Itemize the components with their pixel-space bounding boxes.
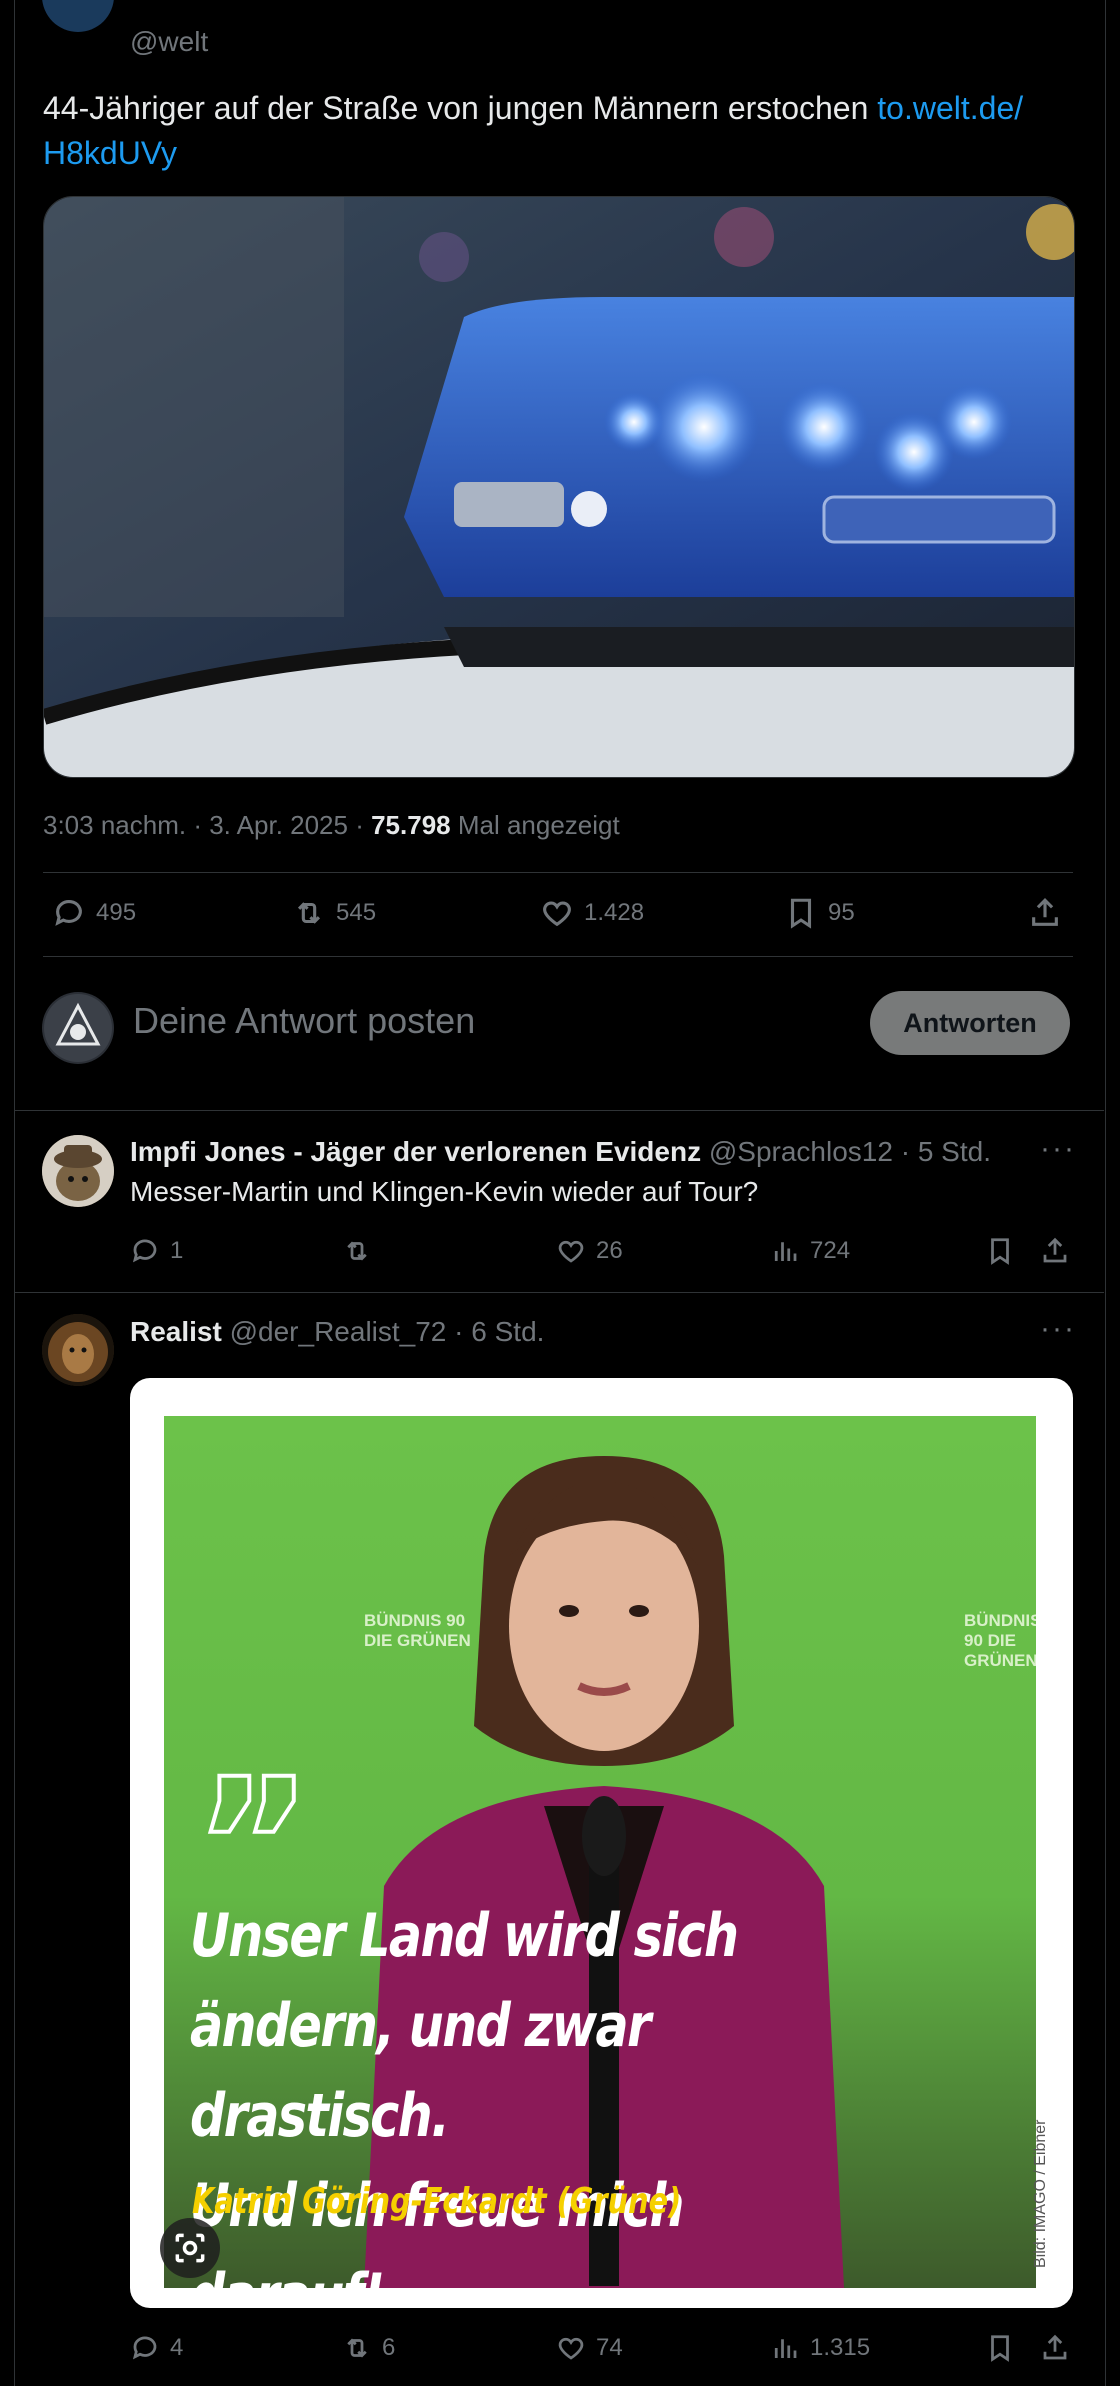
bookmark-count: 95 [828,899,855,926]
divider [14,1292,1104,1293]
reply-author-handle[interactable]: @der_Realist_72 · 6 Std. [222,1316,545,1347]
tweet-text-body: 44-Jähriger auf der Straße von jungen Mä… [43,90,878,126]
bookmark-icon [790,898,812,929]
like-button[interactable]: 1.428 [540,896,644,930]
more-options-icon[interactable]: ··· [1040,1312,1076,1346]
reply-header: Realist @der_Realist_72 · 6 Std. [130,1316,544,1348]
reply-author-name[interactable]: Realist [130,1316,222,1347]
reply-text: Messer-Martin und Klingen-Kevin wieder a… [130,1176,759,1207]
reply-icon [55,900,82,926]
bookmark-button[interactable]: 95 [784,896,855,930]
author-handle[interactable]: @welt [130,26,208,58]
quote-line-2: ändern, und zwar drastisch. [190,1991,651,2151]
repost-button[interactable]: 545 [292,896,376,930]
views-button[interactable]: 724 [770,1236,850,1266]
lion-avatar-image [42,1314,114,1386]
analytics-icon [774,1242,797,1261]
heart-icon [558,2337,584,2360]
repost-icon [347,2338,367,2358]
bookmark-icon [991,1238,1009,1265]
reply-header: Impfi Jones - Jäger der verlorenen Evide… [130,1136,991,1168]
reply-count: 4 [170,2334,184,2361]
quote-text: Unser Land wird sich ändern, und zwar dr… [190,1891,871,2288]
repost-count: 545 [336,899,377,926]
reply-icon [132,1239,157,1263]
like-count: 1.428 [584,899,645,926]
reply-icon [132,2336,157,2360]
reply-author-name[interactable]: Impfi Jones - Jäger der verlorenen Evide… [130,1136,701,1167]
view-count: 724 [810,1237,851,1264]
tweet-link[interactable]: to.welt.de/ [877,90,1023,126]
views-button[interactable]: 1.315 [770,2333,870,2363]
bookmark-button[interactable] [985,2333,1015,2363]
police-light-image [44,197,1074,777]
divider [14,1110,1104,1111]
view-label: Mal angezeigt [450,810,620,840]
reply-avatar[interactable] [42,1135,114,1207]
share-button[interactable] [1040,2333,1070,2363]
heart-icon [543,901,571,927]
reply-button[interactable]: 1 [130,1236,183,1266]
reply-avatar[interactable] [42,1314,114,1386]
reply-button[interactable]: 4 [130,2333,183,2363]
view-count: 1.315 [810,2334,871,2361]
sloth-avatar-image [42,1135,114,1207]
share-button[interactable] [1028,896,1062,930]
tweet-link-cont[interactable]: H8kdUVy [43,135,177,171]
anonymous-mask-icon [44,994,112,1062]
analytics-icon [774,2339,797,2358]
divider [43,956,1073,957]
repost-button[interactable] [342,1236,382,1266]
view-count: 75.798 [371,810,451,840]
bookmark-button[interactable] [985,1236,1015,1266]
like-count: 26 [596,1237,623,1264]
repost-icon [297,902,321,924]
reply-button[interactable]: 495 [52,896,136,930]
reply-author-handle[interactable]: @Sprachlos12 · 5 Std. [701,1136,991,1167]
tweet-media-image[interactable] [43,196,1075,778]
image-search-button[interactable] [160,2218,220,2278]
tweet-meta: 3:03 nachm. · 3. Apr. 2025 · 75.798 Mal … [43,810,620,841]
reply-media-image[interactable]: BÜNDNIS 90 DIE GRÜNEN BÜNDNIS 90 DIE GRÜ… [130,1378,1073,2308]
share-icon [1043,1237,1067,1263]
repost-button[interactable]: 6 [342,2333,395,2363]
reply-count: 495 [96,899,137,926]
bookmark-icon [991,2335,1009,2362]
user-avatar[interactable] [42,992,114,1064]
tweet-timestamp[interactable]: 3:03 nachm. · 3. Apr. 2025 · [43,810,371,840]
reply-compose-input[interactable]: Deine Antwort posten [133,1000,475,1042]
tweet-text: 44-Jähriger auf der Straße von jungen Mä… [43,86,1083,176]
repost-icon [347,1241,367,1261]
share-button[interactable] [1040,1236,1070,1266]
heart-icon [558,1240,584,1263]
reply-count: 1 [170,1237,184,1264]
quote-graphic: BÜNDNIS 90 DIE GRÜNEN BÜNDNIS 90 DIE GRÜ… [164,1416,1036,2288]
share-icon [1032,898,1058,926]
more-options-icon[interactable]: ··· [1040,1132,1076,1166]
quote-line-1: Unser Land wird sich [190,1901,739,1971]
share-icon [1043,2334,1067,2360]
lens-icon [175,2233,205,2263]
like-count: 74 [596,2334,623,2361]
repost-count: 6 [382,2334,396,2361]
divider [43,872,1073,873]
like-button[interactable]: 74 [556,2333,623,2363]
party-banner-right: BÜNDNIS 90 DIE GRÜNEN [964,1611,1036,1670]
photo-credit: Bild: IMAGO / Eibner [1032,2119,1049,2269]
quote-attribution: Katrin Göring-Eckardt (Grüne) [192,2181,682,2222]
like-button[interactable]: 26 [556,1236,623,1266]
reply-submit-button[interactable]: Antworten [870,991,1070,1055]
